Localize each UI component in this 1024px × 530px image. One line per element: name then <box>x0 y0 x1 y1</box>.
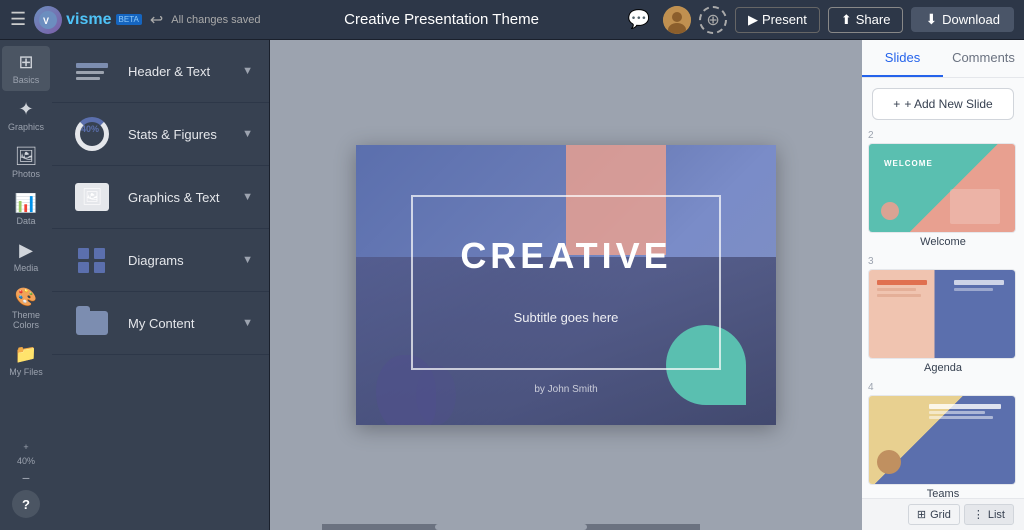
my-files-icon: 📁 <box>15 344 37 365</box>
plus-icon: + <box>893 97 900 111</box>
sidebar-item-basics[interactable]: ⊞ Basics <box>2 46 50 91</box>
main-area: ⊞ Basics ✦ Graphics 🖼 Photos 📊 Data ▶ Me… <box>0 40 1024 530</box>
slide-thumb-2[interactable]: WELCOME <box>868 143 1016 233</box>
zoom-display: + <box>23 442 28 452</box>
sidebar-item-data[interactable]: 📊 Data <box>2 187 50 232</box>
basics-icon: ⊞ <box>18 52 33 73</box>
topbar: ☰ V visme BETA ↩ All changes saved Creat… <box>0 0 1024 40</box>
slide-thumb-3[interactable] <box>868 269 1016 359</box>
tab-comments[interactable]: Comments <box>943 40 1024 77</box>
chevron-down-icon: ▼ <box>242 317 253 329</box>
topbar-left: ☰ V visme BETA ↩ All changes saved <box>10 6 261 34</box>
chevron-down-icon: ▼ <box>242 191 253 203</box>
slide-thumb-4[interactable] <box>868 395 1016 485</box>
avatar[interactable] <box>663 6 691 34</box>
download-icon: ⬇ <box>925 11 937 28</box>
share-icon: ⬆ <box>841 12 852 28</box>
slide-canvas[interactable]: CREATIVE Subtitle goes here by John Smit… <box>356 145 776 425</box>
slide-name-2: Welcome <box>868 236 1018 248</box>
bottom-bar: ⊞ Grid ⋮ List <box>862 498 1024 530</box>
decor-leaf-2 <box>416 365 456 425</box>
scrollbar-thumb[interactable] <box>435 524 586 530</box>
chevron-down-icon: ▼ <box>242 65 253 77</box>
slide-byline: by John Smith <box>356 384 776 395</box>
tab-slides[interactable]: Slides <box>862 40 943 77</box>
left-sidebar: ⊞ Basics ✦ Graphics 🖼 Photos 📊 Data ▶ Me… <box>0 40 52 530</box>
menu-icon[interactable]: ☰ <box>10 9 26 30</box>
slide-subtitle: Subtitle goes here <box>356 310 776 325</box>
chat-icon-button[interactable]: 💬 <box>623 7 655 32</box>
photos-icon: 🖼 <box>15 146 38 167</box>
white-outline-rect <box>411 195 721 370</box>
share-button[interactable]: ⬆ Share <box>828 7 904 33</box>
sidebar-item-media[interactable]: ▶ Media <box>2 234 50 279</box>
sidebar-item-photos[interactable]: 🖼 Photos <box>2 140 50 185</box>
chevron-down-icon: ▼ <box>242 254 253 266</box>
right-tabs: Slides Comments <box>862 40 1024 78</box>
slides-list: 2 WELCOME Welcome 3 <box>862 130 1024 498</box>
slide-name-4: Teams <box>868 488 1018 498</box>
undo-button[interactable]: ↩ <box>150 10 163 30</box>
my-content-icon <box>68 304 116 342</box>
slide-name-3: Agenda <box>868 362 1018 374</box>
slide-item-2[interactable]: 2 WELCOME Welcome <box>868 130 1018 248</box>
sidebar-bottom: + 40% − ? <box>12 442 40 524</box>
svg-text:V: V <box>43 16 49 26</box>
slide-title: CREATIVE <box>356 235 776 277</box>
right-panel: Slides Comments + + Add New Slide 2 WELC… <box>862 40 1024 530</box>
theme-colors-icon: 🎨 <box>15 287 37 308</box>
slide-number-4: 4 <box>868 382 1018 393</box>
slide-number-2: 2 <box>868 130 1018 141</box>
media-icon: ▶ <box>19 240 33 261</box>
zoom-plus-icon[interactable]: + <box>23 442 28 452</box>
topbar-right: 💬 ⊕ ▶ Present ⬆ Share ⬇ Download <box>623 6 1014 34</box>
stats-icon: 40% <box>68 115 116 153</box>
header-text-icon <box>68 52 116 90</box>
slide-item-3[interactable]: 3 Agenda <box>868 256 1018 374</box>
panel-item-my-content[interactable]: My Content ▼ <box>52 292 269 355</box>
sidebar-item-my-files[interactable]: 📁 My Files <box>2 338 50 383</box>
sidebar-item-graphics[interactable]: ✦ Graphics <box>2 93 50 138</box>
logo: V visme BETA <box>34 6 142 34</box>
graphics-icon: ✦ <box>18 99 33 120</box>
present-button[interactable]: ▶ Present <box>735 7 820 33</box>
canvas-area[interactable]: CREATIVE Subtitle goes here by John Smit… <box>270 40 862 530</box>
download-button[interactable]: ⬇ Download <box>911 7 1014 32</box>
logo-image: V <box>34 6 62 34</box>
slide-item-4[interactable]: 4 Teams <box>868 382 1018 498</box>
grid-view-button[interactable]: ⊞ Grid <box>908 504 960 525</box>
panel-item-header-text[interactable]: Header & Text ▼ <box>52 40 269 103</box>
document-title[interactable]: Creative Presentation Theme <box>269 11 615 28</box>
graphics-text-icon: 🖼 <box>68 178 116 216</box>
chevron-down-icon: ▼ <box>242 128 253 140</box>
slide-number-3: 3 <box>868 256 1018 267</box>
add-new-slide-button[interactable]: + + Add New Slide <box>872 88 1014 120</box>
list-view-button[interactable]: ⋮ List <box>964 504 1014 525</box>
auto-save-status: All changes saved <box>171 14 260 26</box>
panel-sidebar: Header & Text ▼ 40% Stats & Figures ▼ 🖼 … <box>52 40 270 530</box>
panel-item-stats-figures[interactable]: 40% Stats & Figures ▼ <box>52 103 269 166</box>
add-collaborator-button[interactable]: ⊕ <box>699 6 727 34</box>
sidebar-item-theme-colors[interactable]: 🎨 Theme Colors <box>2 281 50 336</box>
diagrams-icon <box>68 241 116 279</box>
logo-text: visme <box>66 11 111 29</box>
panel-item-graphics-text[interactable]: 🖼 Graphics & Text ▼ <box>52 166 269 229</box>
horizontal-scrollbar[interactable] <box>322 524 700 530</box>
logo-beta: BETA <box>116 14 142 25</box>
zoom-level: 40% <box>17 456 35 466</box>
panel-item-diagrams[interactable]: Diagrams ▼ <box>52 229 269 292</box>
help-button[interactable]: ? <box>12 490 40 518</box>
play-icon: ▶ <box>748 12 758 28</box>
grid-icon: ⊞ <box>917 508 926 521</box>
list-icon: ⋮ <box>973 508 984 521</box>
data-icon: 📊 <box>15 193 37 214</box>
zoom-minus-button[interactable]: − <box>22 470 30 486</box>
